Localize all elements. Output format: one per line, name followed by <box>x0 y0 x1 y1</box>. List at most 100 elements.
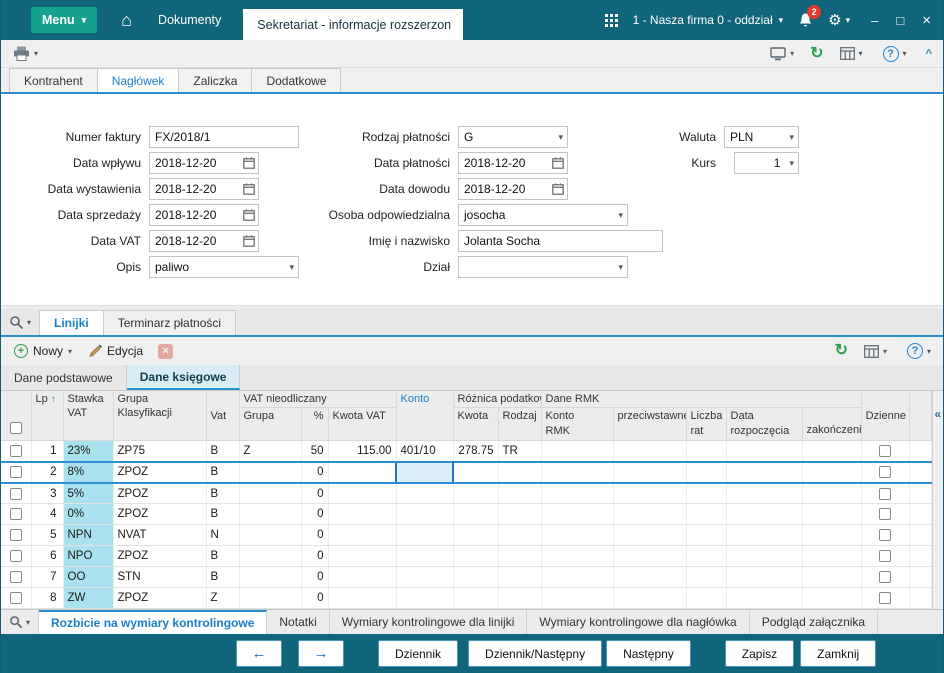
col-header-rp-rodzaj[interactable]: Rodzaj <box>498 408 541 441</box>
tab-zaliczka[interactable]: Zaliczka <box>178 68 252 92</box>
calendar-icon[interactable] <box>240 157 258 169</box>
cell-vn-procent[interactable]: 0 <box>301 588 328 609</box>
cell-vat[interactable]: Z <box>206 588 239 609</box>
col-header-vn-grupa[interactable]: Grupa <box>239 408 301 441</box>
help-button[interactable]: ? ▾ <box>879 44 911 64</box>
cell-empty[interactable] <box>613 588 686 609</box>
settings-button[interactable]: ⚙ ▾ <box>828 11 850 29</box>
calendar-icon[interactable] <box>240 235 258 247</box>
cell-empty[interactable] <box>541 504 613 525</box>
cell-rp-rodzaj[interactable] <box>498 504 541 525</box>
collapse-toolbar-button[interactable]: ^ <box>923 48 935 60</box>
cell-lp[interactable]: 6 <box>31 546 63 567</box>
tab-wymiary-naglowka[interactable]: Wymiary kontrolingowe dla nagłówka <box>527 610 749 634</box>
dzienne-checkbox[interactable] <box>879 488 891 500</box>
cell-vat[interactable]: B <box>206 441 239 462</box>
cell-empty[interactable] <box>686 462 726 483</box>
cell-empty[interactable] <box>726 441 802 462</box>
cell-empty[interactable] <box>686 441 726 462</box>
cell-grupa[interactable]: STN <box>113 567 206 588</box>
cell-konto[interactable] <box>396 483 453 504</box>
sale-date-input[interactable] <box>150 205 240 225</box>
next-record-button[interactable]: → <box>298 640 344 667</box>
dzienne-checkbox[interactable] <box>879 529 891 541</box>
tab-dodatkowe[interactable]: Dodatkowe <box>251 68 341 92</box>
tab-terminarz-platnosci[interactable]: Terminarz płatności <box>103 310 236 335</box>
subtab-dane-ksiegowe[interactable]: Dane księgowe <box>127 365 241 390</box>
cell-rp-kwota[interactable] <box>453 588 498 609</box>
cell-vn-kwota-vat[interactable] <box>328 462 396 483</box>
cell-vn-grupa[interactable] <box>239 504 301 525</box>
dzienne-checkbox[interactable] <box>879 571 891 583</box>
cell-vn-grupa[interactable] <box>239 567 301 588</box>
cell-rp-kwota[interactable] <box>453 546 498 567</box>
col-header-konto[interactable]: Konto <box>396 391 453 441</box>
cell-rp-rodzaj[interactable] <box>498 588 541 609</box>
nastepny-button[interactable]: Następny <box>606 640 691 667</box>
active-document-tab[interactable]: Sekretariat - informacje rozszerzon <box>243 9 463 40</box>
col-group-roznica-podatkowa[interactable]: Różnica podatkowa <box>453 391 541 408</box>
tab-naglowek[interactable]: Nagłówek <box>97 68 180 92</box>
full-name-input[interactable] <box>459 231 662 251</box>
col-header-vn-kwota-vat[interactable]: Kwota VAT <box>328 408 396 441</box>
cell-empty[interactable] <box>726 546 802 567</box>
dziennik-nastepny-button[interactable]: Dziennik/Następny <box>468 640 602 667</box>
col-header-rp-kwota[interactable]: Kwota <box>453 408 498 441</box>
cell-vn-grupa[interactable] <box>239 462 301 483</box>
company-selector[interactable]: 1 - Nasza firma 0 - oddział ▾ <box>633 13 784 27</box>
col-header-vat[interactable]: Vat <box>206 391 239 441</box>
cell-empty[interactable] <box>802 588 861 609</box>
row-checkbox[interactable] <box>10 466 22 478</box>
col-header-rmk-konto[interactable]: Konto RMK <box>541 408 613 441</box>
issue-date-field[interactable] <box>149 178 259 200</box>
col-group-dane-rmk[interactable]: Dane RMK <box>541 391 861 408</box>
calendar-icon[interactable] <box>240 183 258 195</box>
maximize-button[interactable]: □ <box>896 14 904 27</box>
cell-empty[interactable] <box>686 483 726 504</box>
tab-rozbicie-wymiary[interactable]: Rozbicie na wymiary kontrolingowe <box>39 610 267 634</box>
cell-lp[interactable]: 4 <box>31 504 63 525</box>
row-checkbox[interactable] <box>10 571 22 583</box>
col-header-vn-procent[interactable]: % <box>301 408 328 441</box>
col-header-rmk-data-rozpoczecia[interactable]: Data rozpoczęcia <box>726 408 802 441</box>
zamknij-button[interactable]: Zamknij <box>800 640 876 667</box>
cell-empty[interactable] <box>726 483 802 504</box>
cell-vn-procent[interactable]: 0 <box>301 462 328 483</box>
col-header-rmk-przeciwstawne[interactable]: przeciwstawne <box>613 408 686 441</box>
cell-grupa[interactable]: ZP75 <box>113 441 206 462</box>
cell-rp-kwota[interactable]: 278.75 <box>453 441 498 462</box>
cell-stawka[interactable]: ZW <box>63 588 113 609</box>
table-row[interactable]: 5 NPN NVAT N 0 <box>1 525 931 546</box>
vat-date-field[interactable] <box>149 230 259 252</box>
dzienne-checkbox[interactable] <box>879 445 891 457</box>
cell-lp[interactable]: 2 <box>31 462 63 483</box>
cell-vn-grupa[interactable] <box>239 483 301 504</box>
cell-vat[interactable]: N <box>206 525 239 546</box>
menu-button[interactable]: Menu ▾ <box>31 7 97 33</box>
cell-rp-kwota[interactable] <box>453 525 498 546</box>
cell-vn-grupa[interactable]: Z <box>239 441 301 462</box>
calendar-icon[interactable] <box>549 183 567 195</box>
cell-rp-rodzaj[interactable] <box>498 546 541 567</box>
cell-vn-grupa[interactable] <box>239 588 301 609</box>
row-checkbox[interactable] <box>10 529 22 541</box>
col-header-lp[interactable]: Lp↑ <box>31 391 63 441</box>
cell-empty[interactable] <box>726 567 802 588</box>
cell-empty[interactable] <box>613 504 686 525</box>
delete-button[interactable]: × <box>158 344 173 359</box>
department-select[interactable]: ▾ <box>458 256 628 278</box>
cell-empty[interactable] <box>802 504 861 525</box>
cell-vn-procent[interactable]: 0 <box>301 504 328 525</box>
cell-empty[interactable] <box>726 588 802 609</box>
cell-lp[interactable]: 3 <box>31 483 63 504</box>
cell-vn-kwota-vat[interactable]: 115.00 <box>328 441 396 462</box>
cell-empty[interactable] <box>613 483 686 504</box>
home-icon[interactable]: ⌂ <box>121 11 132 29</box>
cell-rp-rodzaj[interactable] <box>498 483 541 504</box>
col-header-stawka-vat[interactable]: Stawka VAT <box>63 391 113 441</box>
new-button[interactable]: + Nowy ▾ <box>9 341 77 361</box>
cell-rp-rodzaj[interactable] <box>498 462 541 483</box>
cell-rp-rodzaj[interactable] <box>498 525 541 546</box>
table-row[interactable]: 6 NPO ZPOZ B 0 <box>1 546 931 567</box>
cell-empty[interactable] <box>802 483 861 504</box>
